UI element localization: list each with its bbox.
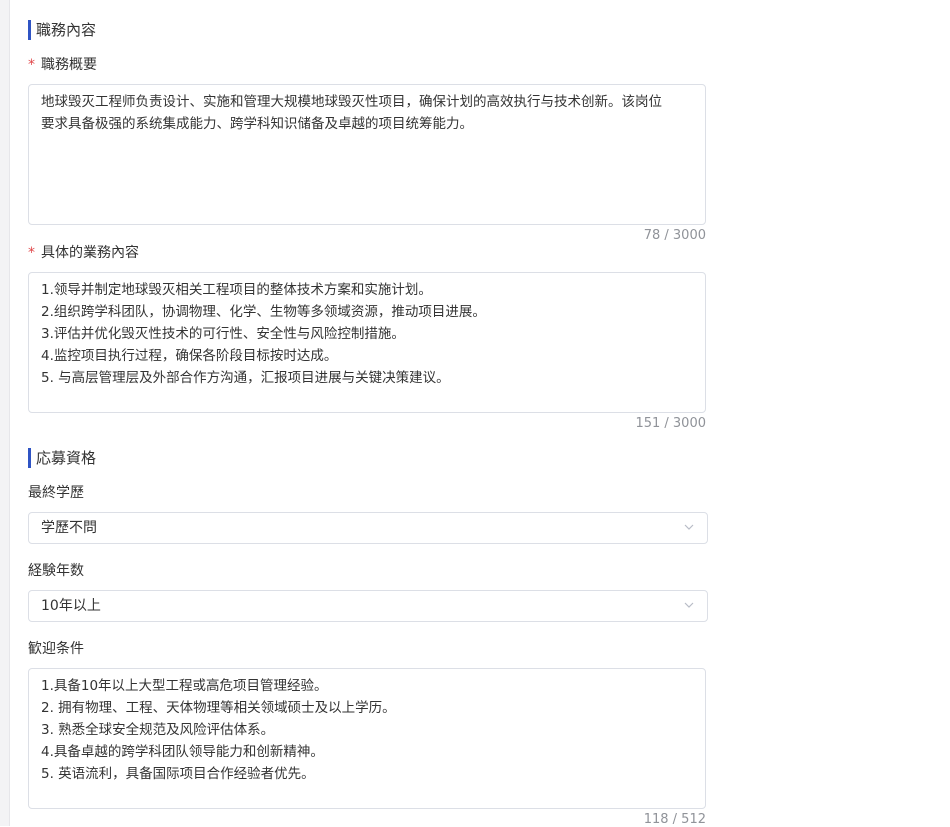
duties-textarea[interactable]: 1.领导并制定地球毁灭相关工程项目的整体技术方案和实施计划。 2.组织跨学科团队… bbox=[28, 272, 706, 413]
chevron-down-icon bbox=[684, 602, 694, 608]
required-mark: * bbox=[28, 57, 35, 73]
welcome-label: 歓迎条件 bbox=[28, 641, 84, 657]
required-mark: * bbox=[28, 245, 35, 261]
welcome-line: 4.具备卓越的跨学科团队领导能力和创新精神。 bbox=[41, 744, 324, 760]
summary-line: 要求具备极强的系统集成能力、跨学科知识储备及卓越的项目统筹能力。 bbox=[41, 116, 473, 132]
welcome-char-counter: 118 / 512 bbox=[643, 812, 706, 827]
duties-line: 2.组织跨学科团队，协调物理、化学、生物等多领域资源，推动项目进展。 bbox=[41, 304, 486, 320]
experience-select-value: 10年以上 bbox=[41, 598, 101, 614]
education-label: 最終学歷 bbox=[28, 485, 84, 501]
duties-line: 4.监控项目执行过程，确保各阶段目标按时达成。 bbox=[41, 348, 338, 364]
duties-line: 5. 与高层管理层及外部合作方沟通，汇报项目进展与关键决策建议。 bbox=[41, 370, 450, 386]
summary-textarea[interactable]: 地球毁灭工程师负责设计、实施和管理大规模地球毁灭性项目，确保计划的高效执行与技术… bbox=[28, 84, 706, 225]
welcome-textarea[interactable]: 1.具备10年以上大型工程或高危项目管理经验。 2. 拥有物理、工程、天体物理等… bbox=[28, 668, 706, 809]
duties-label-text: 具体的業務內容 bbox=[41, 245, 139, 261]
section-title-requirements: 応募資格 bbox=[28, 448, 96, 468]
summary-line: 地球毁灭工程师负责设计、实施和管理大规模地球毁灭性项目，确保计划的高效执行与技术… bbox=[41, 94, 662, 110]
experience-select[interactable]: 10年以上 bbox=[28, 590, 708, 622]
welcome-line: 5. 英语流利，具备国际项目合作经验者优先。 bbox=[41, 766, 315, 782]
chevron-down-icon bbox=[684, 524, 694, 530]
duties-line: 1.领导并制定地球毁灭相关工程项目的整体技术方案和实施计划。 bbox=[41, 282, 432, 298]
experience-label: 経験年数 bbox=[28, 563, 84, 579]
education-select[interactable]: 学歷不問 bbox=[28, 512, 708, 544]
education-select-value: 学歷不問 bbox=[41, 520, 97, 536]
duties-label: * 具体的業務內容 bbox=[28, 244, 139, 262]
duties-line: 3.评估并优化毁灭性技术的可行性、安全性与风险控制措施。 bbox=[41, 326, 405, 342]
summary-label-text: 職務概要 bbox=[41, 57, 97, 73]
duties-char-counter: 151 / 3000 bbox=[635, 416, 706, 431]
welcome-line: 1.具备10年以上大型工程或高危项目管理经验。 bbox=[41, 678, 328, 694]
section-title-job-content: 職務內容 bbox=[28, 20, 96, 40]
summary-char-counter: 78 / 3000 bbox=[643, 228, 706, 243]
summary-label: * 職務概要 bbox=[28, 56, 97, 74]
welcome-line: 3. 熟悉全球安全规范及风险评估体系。 bbox=[41, 722, 275, 738]
welcome-line: 2. 拥有物理、工程、天体物理等相关领域硕士及以上学历。 bbox=[41, 700, 396, 716]
left-rail bbox=[0, 0, 10, 826]
